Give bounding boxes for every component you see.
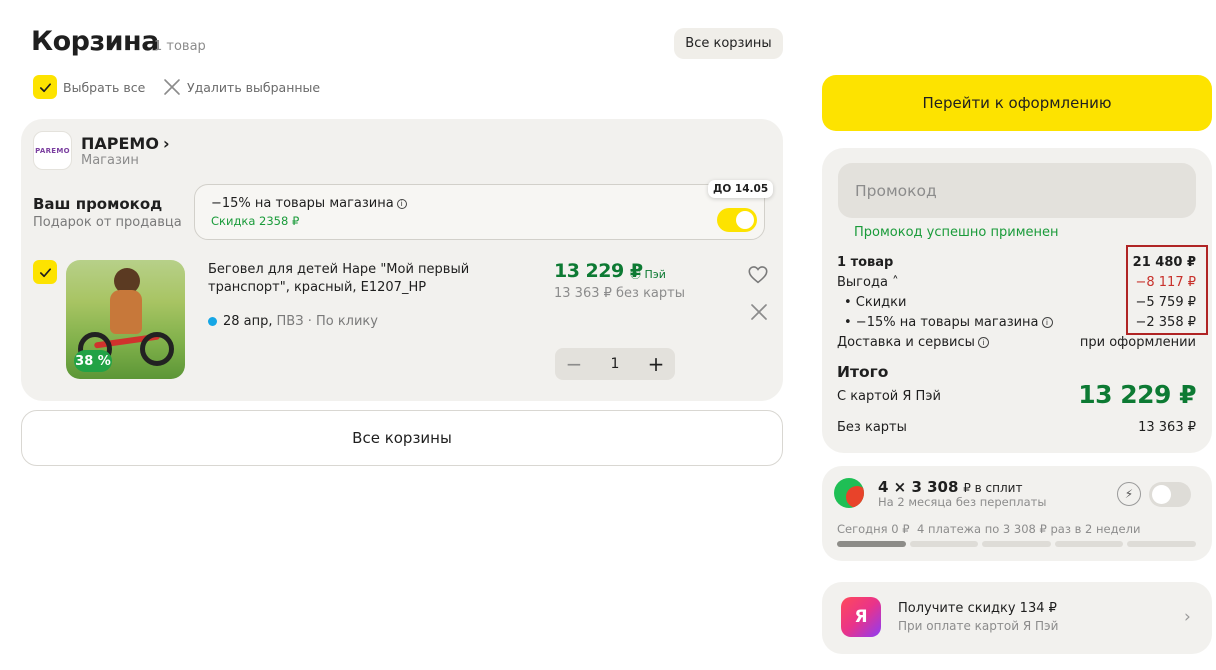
summary-promo-label: • −15% на товары магазина	[844, 315, 1039, 330]
promo-offer: −15% на товары магазина i	[211, 196, 407, 211]
without-card-label: Без карты	[837, 420, 907, 435]
increase-button[interactable]: +	[647, 352, 665, 376]
summary-delivery-row: Доставка и сервисы i при оформлении	[837, 335, 1196, 350]
select-all[interactable]: Выбрать все	[33, 75, 145, 99]
discount-badge: 38 %	[74, 350, 112, 372]
shop-type: Магазин	[81, 153, 139, 168]
split-progress-segment	[982, 541, 1051, 547]
delivery-method: ПВЗ · По клику	[276, 314, 378, 329]
product-photo-part	[140, 332, 174, 366]
summary-benefit: Выгода ˄	[837, 275, 899, 290]
split-progress-segment	[909, 541, 979, 547]
split-progress-segment	[1127, 541, 1196, 547]
summary-delivery: Доставка и сервисы i	[837, 335, 989, 350]
check-icon	[39, 267, 51, 277]
split-title: 4 × 3 308 ₽ в сплит	[878, 478, 1022, 496]
ya-pay-offer-subtitle: При оплате картой Я Пэй	[898, 619, 1059, 633]
promo-toggle[interactable]	[717, 208, 757, 232]
total-price: 13 229 ₽	[1078, 380, 1196, 409]
promo-offer-discount: Скидка 2358 ₽	[211, 214, 300, 228]
all-carts-bottom-button[interactable]: Все корзины	[21, 410, 783, 466]
summary-items-label: 1 товар	[837, 255, 894, 270]
split-today: Сегодня 0 ₽	[837, 522, 910, 536]
split-subtitle: На 2 месяца без переплаты	[878, 495, 1047, 509]
item-count: 1 товар	[154, 39, 206, 54]
delivery-info: 28 апр, ПВЗ · По клику	[208, 314, 378, 329]
promo-code-input[interactable]	[838, 163, 1196, 218]
delivery-date: 28 апр,	[223, 314, 273, 329]
quantity-value: 1	[610, 356, 620, 372]
close-icon	[164, 79, 180, 95]
delete-selected-button[interactable]: Удалить выбранные	[163, 78, 320, 96]
split-toggle[interactable]	[1149, 482, 1191, 507]
delete-selected-label: Удалить выбранные	[187, 79, 321, 95]
delivery-dot-icon	[208, 317, 217, 326]
select-all-checkbox[interactable]	[33, 75, 57, 99]
order-summary: Промокод успешно применен 1 товар 21 480…	[822, 148, 1212, 453]
no-fee-icon: ⚡	[1117, 482, 1141, 506]
promo-valid-until-badge: ДО 14.05	[708, 180, 774, 198]
shop-cart-card: PAREMO ПАРЕМО › Магазин Ваш промокод Пода…	[21, 119, 783, 401]
ya-pay-label: Пэй	[644, 268, 666, 281]
chevron-right-icon: ›	[162, 134, 170, 153]
product-photo-part	[110, 290, 142, 334]
ya-pay-offer-card[interactable]: Я Получите скидку 134 ₽ При оплате карто…	[822, 582, 1212, 654]
summary-discounts-label: • Скидки	[844, 295, 907, 310]
seller-promo-box: −15% на товары магазина i Скидка 2358 ₽	[194, 184, 765, 240]
info-icon[interactable]: i	[396, 199, 407, 209]
total-label: Итого	[837, 363, 889, 381]
ya-pay-icon: ⦿	[630, 268, 645, 281]
split-title-suffix: ₽ в сплит	[963, 481, 1023, 495]
page-title: Корзина	[31, 26, 159, 57]
without-card-value: 13 363 ₽	[1138, 420, 1196, 435]
ya-pay-logo: Я	[841, 597, 881, 637]
decrease-button[interactable]: −	[565, 352, 583, 376]
select-all-label: Выбрать все	[63, 79, 146, 95]
with-card-label: С картой Я Пэй	[837, 389, 941, 404]
chevron-up-icon: ˄	[892, 275, 899, 290]
promo-offer-title: −15% на товары магазина	[211, 196, 394, 211]
promo-title: Ваш промокод	[33, 195, 163, 213]
chevron-right-icon: ›	[1184, 607, 1191, 627]
close-icon[interactable]	[749, 302, 769, 322]
shop-logo[interactable]: PAREMO	[33, 131, 72, 170]
all-carts-button[interactable]: Все корзины	[674, 28, 783, 59]
ya-pay-badge: ⦿ Пэй	[630, 266, 666, 282]
ya-pay-offer-title: Получите скидку 134 ₽	[898, 601, 1057, 616]
promo-subtitle: Подарок от продавца	[33, 215, 182, 230]
summary-delivery-label: Доставка и сервисы	[837, 335, 975, 350]
item-checkbox[interactable]	[33, 260, 57, 284]
summary-delivery-value: при оформлении	[1079, 335, 1196, 350]
split-progress-segment	[1054, 541, 1124, 547]
shop-name-link[interactable]: ПАРЕМО ›	[81, 134, 170, 153]
annotation-highlight-box	[1126, 245, 1208, 335]
product-title-link[interactable]: Беговел для детей Hape "Мой первый транс…	[208, 261, 548, 297]
summary-benefit-label: Выгода	[837, 275, 888, 290]
summary-promo: • −15% на товары магазина i	[844, 315, 1053, 330]
check-icon	[39, 82, 51, 92]
split-progress-segment	[837, 541, 906, 547]
info-icon[interactable]: i	[977, 337, 989, 348]
quantity-stepper: − 1 +	[555, 348, 675, 380]
shop-name: ПАРЕМО	[81, 134, 159, 153]
info-icon[interactable]: i	[1041, 317, 1053, 328]
split-card[interactable]: 4 × 3 308 ₽ в сплит На 2 месяца без пере…	[822, 466, 1212, 561]
item-price-without-card: 13 363 ₽ без карты	[554, 286, 685, 301]
checkout-button[interactable]: Перейти к оформлению	[822, 75, 1212, 131]
split-plan: 4 платежа по 3 308 ₽ раз в 2 недели	[917, 522, 1141, 536]
product-image[interactable]: 38 %	[66, 260, 185, 379]
heart-icon[interactable]	[747, 264, 769, 286]
split-amount: 4 × 3 308	[878, 478, 959, 496]
split-progress	[837, 541, 1196, 547]
split-logo-icon	[834, 478, 864, 508]
promo-applied-message: Промокод успешно применен	[854, 225, 1059, 240]
